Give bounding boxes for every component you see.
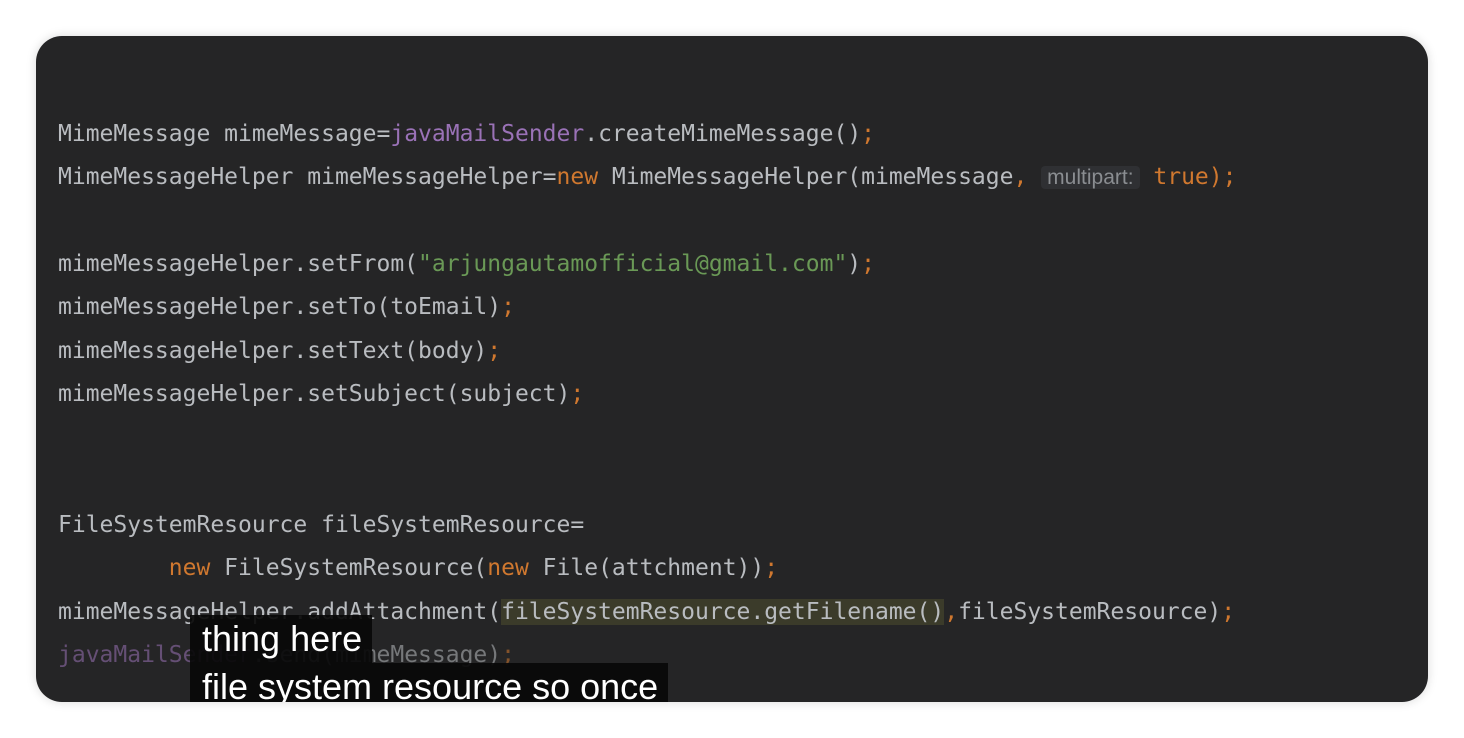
code-line-6: mimeMessageHelper.setSubject(subject); [58, 381, 585, 407]
code-line-2: MimeMessageHelper mimeMessageHelper=new … [58, 164, 1237, 190]
code-line-7: FileSystemResource fileSystemResource= [58, 512, 585, 538]
caption-line-2: file system resource so once [190, 663, 669, 702]
code-line-1: MimeMessage mimeMessage=javaMailSender.c… [58, 121, 876, 147]
code-line-5: mimeMessageHelper.setText(body); [58, 338, 502, 364]
code-line-8: new FileSystemResource(new File(attchmen… [168, 555, 779, 581]
code-editor-frame: MimeMessage mimeMessage=javaMailSender.c… [36, 36, 1428, 702]
caption-line-1: thing here [190, 615, 373, 663]
video-captions: thing here file system resource so once [190, 615, 669, 702]
code-line-3: mimeMessageHelper.setFrom("arjungautamof… [58, 251, 876, 277]
code-line-4: mimeMessageHelper.setTo(toEmail); [58, 294, 515, 320]
parameter-hint: multipart: [1041, 166, 1140, 189]
